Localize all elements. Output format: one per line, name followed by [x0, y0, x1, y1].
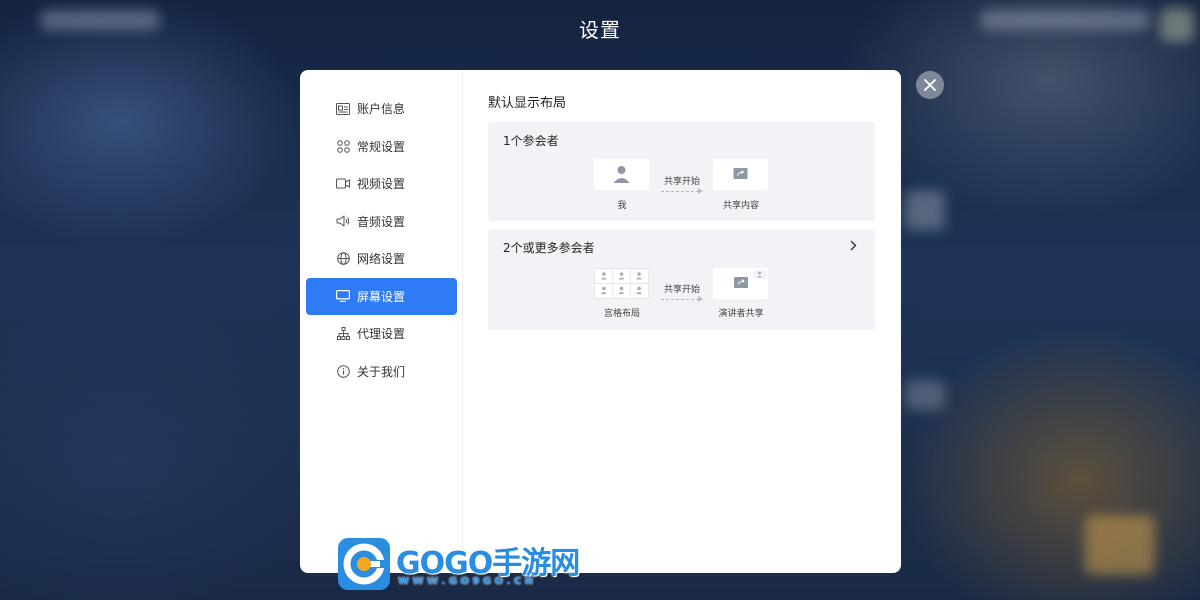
share-screen-icon	[733, 168, 748, 179]
globe-icon	[336, 252, 350, 266]
self-preview-thumb	[594, 159, 649, 190]
sidebar-item-label: 常规设置	[357, 139, 406, 154]
right-caption: 共享内容	[722, 201, 759, 211]
sidebar-item-about[interactable]: 关于我们	[306, 353, 457, 390]
gogo-logo-icon	[338, 538, 390, 590]
chevron-right-icon[interactable]	[850, 240, 857, 251]
sidebar-item-label: 屏幕设置	[357, 289, 406, 304]
sidebar-item-label: 视频设置	[357, 177, 406, 191]
monitor-icon	[336, 289, 350, 303]
sidebar-item-network[interactable]: 网络设置	[306, 240, 457, 277]
settings-content: 默认显示布局 1个参会者 共享开始 我 共享内容 2个或更多参会者 共享开始 宫…	[463, 70, 901, 573]
arrow-head-icon	[698, 188, 703, 194]
sidebar-item-label: 账户信息	[357, 102, 406, 116]
arrow-label: 共享开始	[663, 285, 700, 295]
sidebar-item-proxy[interactable]: 代理设置	[306, 315, 457, 352]
speaker-share-thumb	[713, 268, 768, 299]
close-button[interactable]	[916, 71, 944, 99]
close-icon	[924, 79, 936, 91]
sidebar-item-label: 网络设置	[357, 252, 406, 266]
watermark-url: W W W . G O 9 G O . C N	[398, 576, 534, 587]
speaker-share-icon	[734, 270, 766, 288]
speaker-icon	[336, 214, 350, 228]
shared-content-thumb	[713, 159, 768, 190]
person-icon	[613, 166, 630, 183]
card-title: 1个参会者	[503, 134, 559, 148]
id-card-icon	[336, 102, 350, 116]
settings-dialog: 账户信息 常规设置 视频设置 音频设置 网络设置 屏幕设置 代理设置 关于我们 …	[300, 70, 901, 573]
arrow-head-icon	[698, 296, 703, 302]
left-caption: 宫格布局	[603, 309, 640, 319]
network-icon	[336, 327, 350, 341]
right-caption: 演讲者共享	[718, 309, 764, 319]
sidebar-item-general[interactable]: 常规设置	[306, 128, 457, 165]
sidebar-item-label: 关于我们	[357, 364, 406, 379]
sidebar-item-audio[interactable]: 音频设置	[306, 203, 457, 240]
sidebar-item-account[interactable]: 账户信息	[306, 90, 457, 127]
section-title: 默认显示布局	[488, 96, 567, 111]
arrow-label: 共享开始	[663, 177, 700, 187]
layout-card-multi[interactable]: 2个或更多参会者 共享开始 宫格布局 演讲者共享	[488, 229, 875, 330]
watermark: GOGO手游网 W W W . G O 9 G O . C N	[336, 536, 580, 592]
grid-icon	[336, 139, 350, 153]
gallery-grid-icon	[595, 269, 648, 298]
card-title: 2个或更多参会者	[503, 241, 595, 255]
sidebar-item-label: 音频设置	[357, 214, 406, 229]
settings-sidebar: 账户信息 常规设置 视频设置 音频设置 网络设置 屏幕设置 代理设置 关于我们	[300, 70, 463, 573]
dashed-arrow	[661, 191, 699, 192]
info-icon	[336, 364, 350, 378]
sidebar-item-label: 代理设置	[357, 327, 406, 341]
dashed-arrow	[661, 299, 699, 300]
sidebar-item-screen[interactable]: 屏幕设置	[306, 277, 457, 315]
left-caption: 我	[617, 201, 627, 211]
sidebar-item-video[interactable]: 视频设置	[306, 165, 457, 202]
video-icon	[336, 177, 350, 191]
layout-card-single[interactable]: 1个参会者 共享开始 我 共享内容	[488, 122, 875, 221]
gallery-layout-thumb	[594, 268, 649, 299]
page-title: 设置	[579, 18, 621, 42]
